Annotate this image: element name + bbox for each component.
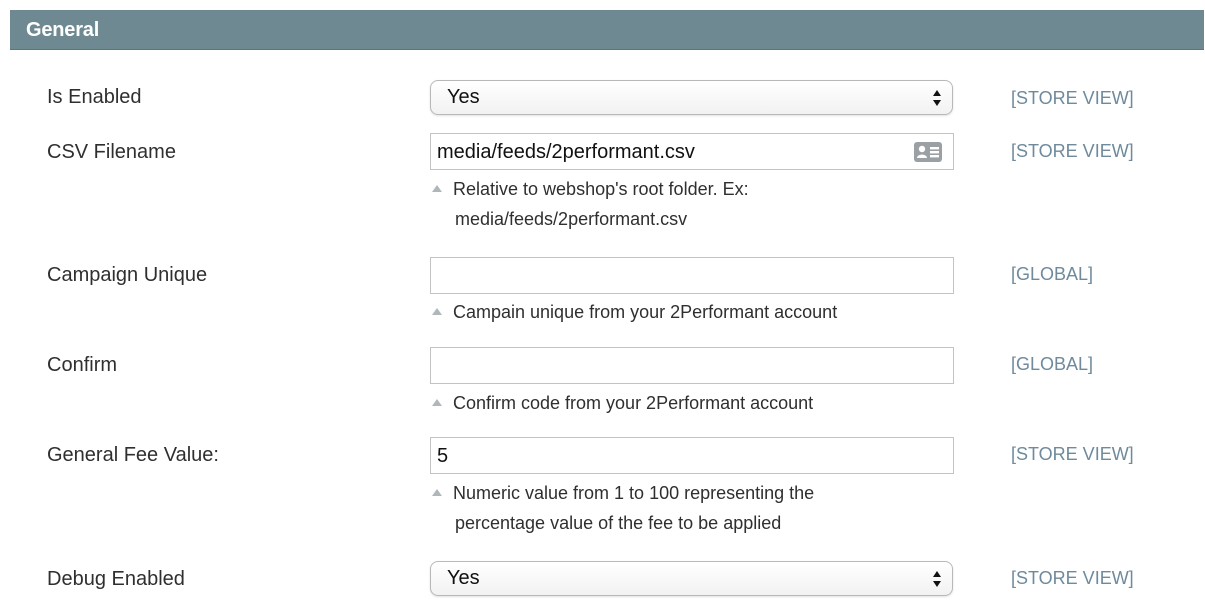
section-header-general[interactable]: General bbox=[10, 10, 1204, 50]
csv-filename-input[interactable]: media/feeds/2performant.csv bbox=[430, 133, 954, 170]
general-fee-value-label: General Fee Value: bbox=[47, 444, 219, 466]
general-fee-value-note: Numeric value from 1 to 100 representing… bbox=[432, 478, 814, 538]
debug-enabled-label: Debug Enabled bbox=[47, 568, 185, 590]
debug-enabled-select[interactable]: Yes bbox=[430, 561, 953, 596]
csv-filename-label: CSV Filename bbox=[47, 141, 176, 163]
campaign-unique-scope: [GLOBAL] bbox=[1011, 264, 1094, 284]
is-enabled-selected-value: Yes bbox=[447, 86, 480, 108]
confirm-label: Confirm bbox=[47, 354, 118, 376]
debug-enabled-scope: [STORE VIEW] bbox=[1011, 568, 1134, 588]
confirm-note-line1: Confirm code from your 2Performant accou… bbox=[453, 393, 814, 413]
up-down-chevron-icon bbox=[933, 571, 941, 587]
campaign-unique-label: Campaign Unique bbox=[47, 264, 208, 286]
campaign-unique-input[interactable] bbox=[430, 257, 954, 294]
general-fee-value-value: 5 bbox=[437, 445, 449, 467]
campaign-unique-note-line1: Campain unique from your 2Performant acc… bbox=[453, 302, 838, 322]
contact-card-icon[interactable] bbox=[913, 141, 943, 163]
triangle-up-icon bbox=[432, 399, 442, 406]
csv-filename-scope: [STORE VIEW] bbox=[1011, 141, 1134, 161]
confirm-scope: [GLOBAL] bbox=[1011, 354, 1094, 374]
triangle-up-icon bbox=[432, 185, 442, 192]
csv-filename-note-line2: media/feeds/2performant.csv bbox=[455, 209, 688, 229]
general-fee-value-scope: [STORE VIEW] bbox=[1011, 444, 1134, 464]
general-fee-value-input[interactable]: 5 bbox=[430, 437, 954, 474]
confirm-note: Confirm code from your 2Performant accou… bbox=[432, 388, 813, 418]
triangle-up-icon bbox=[432, 308, 442, 315]
confirm-input[interactable] bbox=[430, 347, 954, 384]
general-fee-value-note-line1: Numeric value from 1 to 100 representing… bbox=[453, 483, 815, 503]
debug-enabled-selected-value: Yes bbox=[447, 567, 480, 589]
is-enabled-label: Is Enabled bbox=[47, 86, 142, 108]
campaign-unique-note: Campain unique from your 2Performant acc… bbox=[432, 297, 837, 327]
csv-filename-note-line1: Relative to webshop's root folder. Ex: bbox=[453, 179, 749, 199]
csv-filename-value: media/feeds/2performant.csv bbox=[437, 141, 695, 163]
triangle-up-icon bbox=[432, 489, 442, 496]
csv-filename-note: Relative to webshop's root folder. Ex: m… bbox=[432, 174, 749, 234]
section-title: General bbox=[26, 19, 100, 41]
up-down-chevron-icon bbox=[933, 90, 941, 106]
is-enabled-scope: [STORE VIEW] bbox=[1011, 88, 1134, 108]
general-fee-value-note-line2: percentage value of the fee to be applie… bbox=[455, 513, 782, 533]
is-enabled-select[interactable]: Yes bbox=[430, 80, 953, 115]
